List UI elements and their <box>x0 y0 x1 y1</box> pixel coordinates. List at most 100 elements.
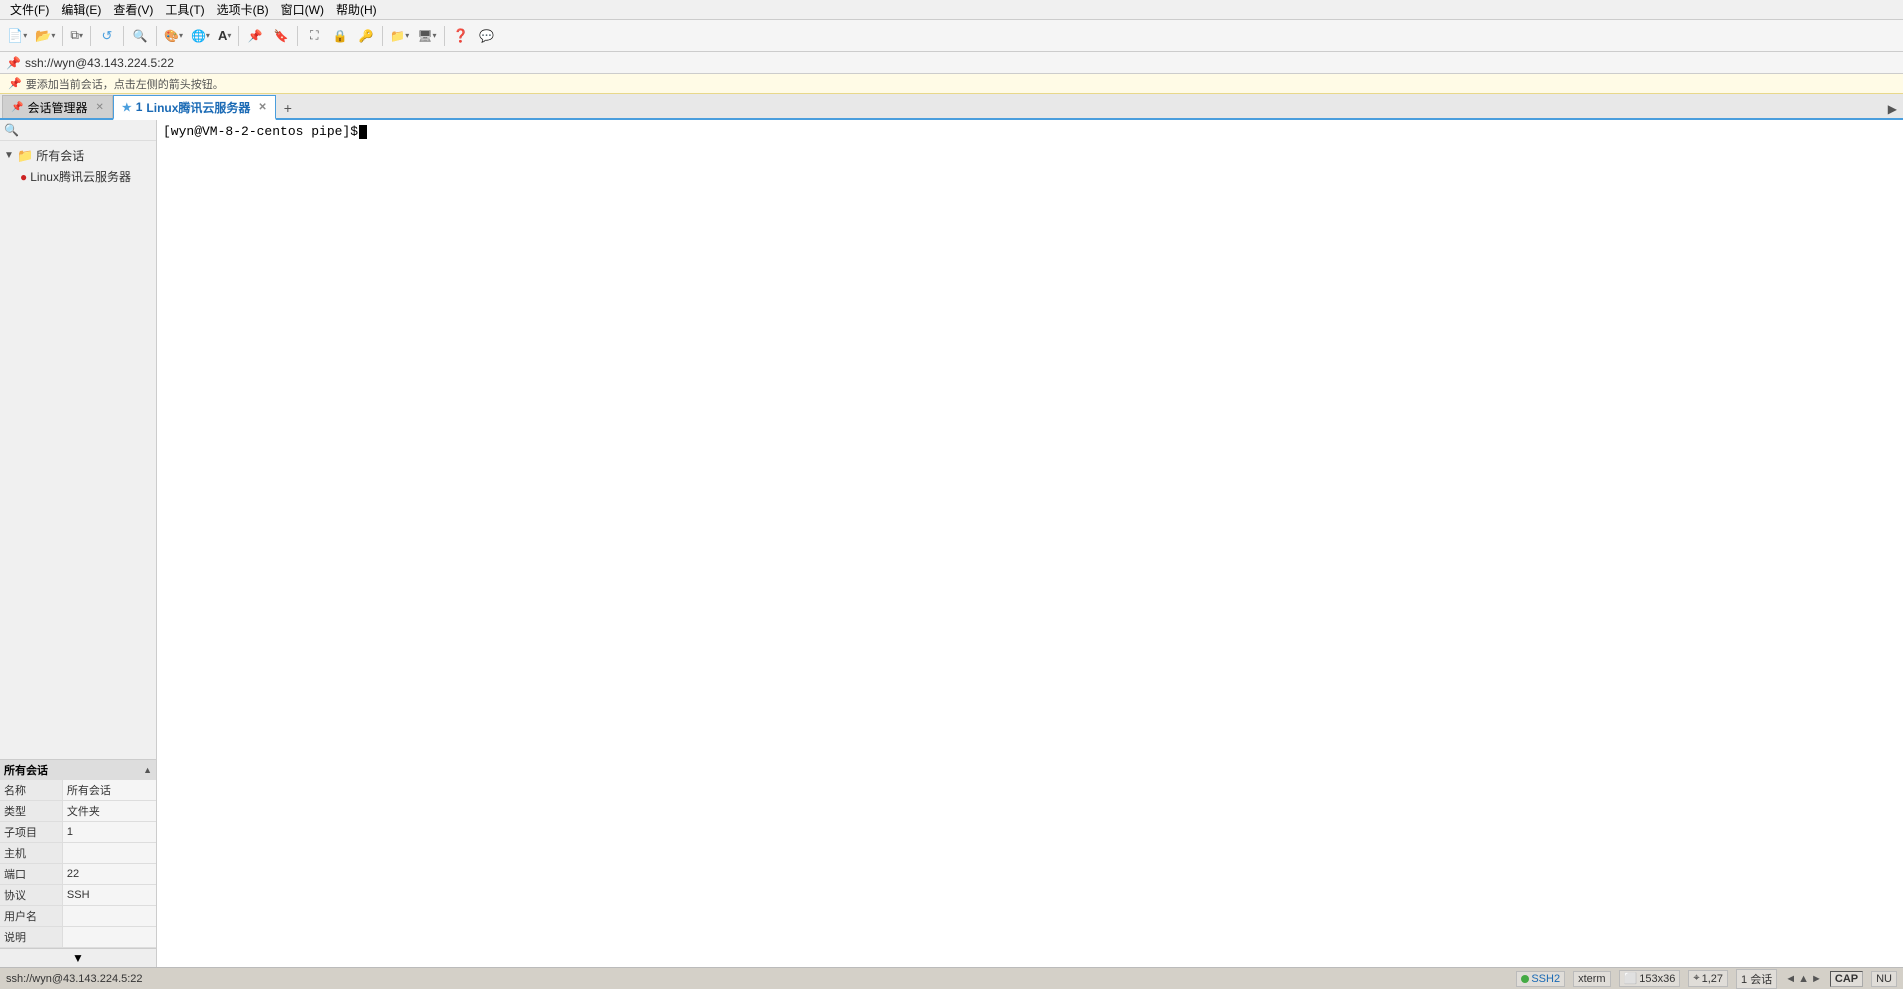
clone-icon: ⧉ <box>70 28 79 43</box>
color-arrow: ▾ <box>179 31 183 40</box>
find-icon: 🔍 <box>133 29 148 43</box>
find-btn[interactable]: 🔍 <box>128 24 152 48</box>
statusbar: ssh://wyn@43.143.224.5:22 SSH2 xterm ⬜ 1… <box>0 967 1903 989</box>
address-text: ssh://wyn@43.143.224.5:22 <box>25 56 174 70</box>
hintbar: 📌 要添加当前会话，点击左侧的箭头按钮。 <box>0 74 1903 94</box>
hint-icon: 📌 <box>8 77 22 90</box>
tab-add-btn[interactable]: + <box>278 98 298 118</box>
font-arrow: ▾ <box>227 31 231 40</box>
terminal-prompt: [wyn@VM-8-2-centos pipe]$ <box>163 124 1897 139</box>
prop-value-name: 所有会话 <box>62 780 156 801</box>
monitor-btn[interactable]: 🖥 ▾ <box>414 27 439 45</box>
key-btn[interactable]: 🔑 <box>354 24 378 48</box>
prop-value-host <box>62 843 156 864</box>
properties-panel: 所有会话 ▲ 名称 所有会话 类型 文件夹 子项目 1 主机 <box>0 759 156 967</box>
font-btn[interactable]: A ▾ <box>215 26 234 45</box>
clone-btn[interactable]: ⧉ ▾ <box>67 26 86 45</box>
main-area: 🔍 ▼ 📁 所有会话 ● Linux腾讯云服务器 所有会话 ▲ <box>0 120 1903 967</box>
prop-row-children: 子项目 1 <box>0 822 156 843</box>
menu-view[interactable]: 查看(V) <box>107 0 159 19</box>
mark-btn[interactable]: 📌 <box>243 24 267 48</box>
open-btn[interactable]: 📂 ▾ <box>32 26 58 46</box>
monitor-icon: 🖥 <box>417 29 432 43</box>
web-icon: 🌐 <box>191 29 206 43</box>
color-btn[interactable]: 🎨 ▾ <box>161 27 186 45</box>
key-icon: 🔑 <box>359 29 374 43</box>
bookmark-btn[interactable]: 🔖 <box>269 24 293 48</box>
prop-label-children: 子项目 <box>0 822 62 843</box>
menu-window[interactable]: 窗口(W) <box>275 0 330 19</box>
tabbar: 📌 会话管理器 ✕ ★ 1 Linux腾讯云服务器 ✕ + ▶ <box>0 94 1903 120</box>
new-session-arrow: ▾ <box>23 31 27 40</box>
prop-label-desc: 说明 <box>0 927 62 948</box>
menu-edit[interactable]: 编辑(E) <box>55 0 107 19</box>
menu-tabs[interactable]: 选项卡(B) <box>211 0 275 19</box>
new-session-btn[interactable]: 📄 ▾ <box>4 26 30 46</box>
sidebar-scroll-down[interactable]: ▼ <box>0 948 156 967</box>
prop-label-protocol: 协议 <box>0 885 62 906</box>
status-ssh2-item: SSH2 <box>1516 971 1565 987</box>
prop-value-desc <box>62 927 156 948</box>
status-cursor-item: ⌖ 1,27 <box>1688 970 1728 987</box>
menu-file[interactable]: 文件(F) <box>4 0 55 19</box>
status-arrow-up[interactable]: ▲ <box>1798 973 1809 985</box>
menu-help[interactable]: 帮助(H) <box>330 0 383 19</box>
prop-row-protocol: 协议 SSH <box>0 885 156 906</box>
status-right: SSH2 xterm ⬜ 153x36 ⌖ 1,27 1 会话 ◄ ▲ ► CA… <box>1516 969 1897 989</box>
reconnect-icon: ↺ <box>102 28 113 44</box>
sep7 <box>382 26 383 46</box>
transfer-btn[interactable]: 📁 ▾ <box>387 27 412 45</box>
status-arrow-right[interactable]: ► <box>1811 973 1822 985</box>
prop-label-name: 名称 <box>0 780 62 801</box>
tab-pin-icon: 📌 <box>11 102 23 113</box>
help-btn[interactable]: ❓ <box>449 24 473 48</box>
sep3 <box>123 26 124 46</box>
status-xterm-label: xterm <box>1578 973 1606 985</box>
terminal-area[interactable]: [wyn@VM-8-2-centos pipe]$ <box>157 120 1903 967</box>
status-num-item: NU <box>1871 971 1897 987</box>
prop-label-host: 主机 <box>0 843 62 864</box>
chat-icon: 💬 <box>479 29 494 43</box>
open-arrow: ▾ <box>51 31 55 40</box>
tab-terminal-active[interactable]: ★ 1 Linux腾讯云服务器 ✕ <box>113 95 276 120</box>
tab-manager-close[interactable]: ✕ <box>95 102 103 113</box>
properties-header[interactable]: 所有会话 ▲ <box>0 760 156 780</box>
status-nav-arrows: ◄ ▲ ► <box>1785 973 1822 985</box>
clone-arrow: ▾ <box>79 31 83 40</box>
status-num-label: NU <box>1876 973 1892 985</box>
lock-btn[interactable]: 🔒 <box>328 24 352 48</box>
menubar: 文件(F) 编辑(E) 查看(V) 工具(T) 选项卡(B) 窗口(W) 帮助(… <box>0 0 1903 20</box>
terminal-content[interactable]: [wyn@VM-8-2-centos pipe]$ <box>157 120 1903 967</box>
transfer-icon: 📁 <box>390 29 405 43</box>
tab-scroll-right[interactable]: ▶ <box>1884 100 1901 118</box>
tree-server-node[interactable]: ● Linux腾讯云服务器 <box>0 166 156 187</box>
tab-star-icon: ★ <box>122 101 132 114</box>
address-icon: 📌 <box>6 56 21 70</box>
sep2 <box>90 26 91 46</box>
tree-folder-icon: 📁 <box>17 148 33 164</box>
tab-session-manager[interactable]: 📌 会话管理器 ✕ <box>2 95 113 118</box>
menu-tools[interactable]: 工具(T) <box>159 0 210 19</box>
prop-value-children: 1 <box>62 822 156 843</box>
monitor-arrow: ▾ <box>433 31 437 40</box>
addressbar: 📌 ssh://wyn@43.143.224.5:22 <box>0 52 1903 74</box>
cursor-block <box>359 125 367 139</box>
chat-btn[interactable]: 💬 <box>475 24 499 48</box>
help-icon: ❓ <box>452 28 468 44</box>
prompt-text: [wyn@VM-8-2-centos pipe]$ <box>163 124 358 139</box>
tab-terminal-close[interactable]: ✕ <box>258 102 266 113</box>
sep8 <box>444 26 445 46</box>
status-dimensions-item: ⬜ 153x36 <box>1619 970 1681 987</box>
reconnect-btn[interactable]: ↺ <box>95 24 119 48</box>
status-cursor-pos: 1,27 <box>1702 973 1723 985</box>
tree-root-node[interactable]: ▼ 📁 所有会话 <box>0 145 156 166</box>
fullscreen-btn[interactable]: ⛶ <box>302 24 326 48</box>
status-xterm-item: xterm <box>1573 971 1611 987</box>
prop-row-desc: 说明 <box>0 927 156 948</box>
sep5 <box>238 26 239 46</box>
status-arrow-left[interactable]: ◄ <box>1785 973 1796 985</box>
status-sessions: 1 会话 <box>1741 971 1772 987</box>
web-btn[interactable]: 🌐 ▾ <box>188 27 213 45</box>
sidebar-tree: ▼ 📁 所有会话 ● Linux腾讯云服务器 <box>0 141 156 759</box>
sep4 <box>156 26 157 46</box>
